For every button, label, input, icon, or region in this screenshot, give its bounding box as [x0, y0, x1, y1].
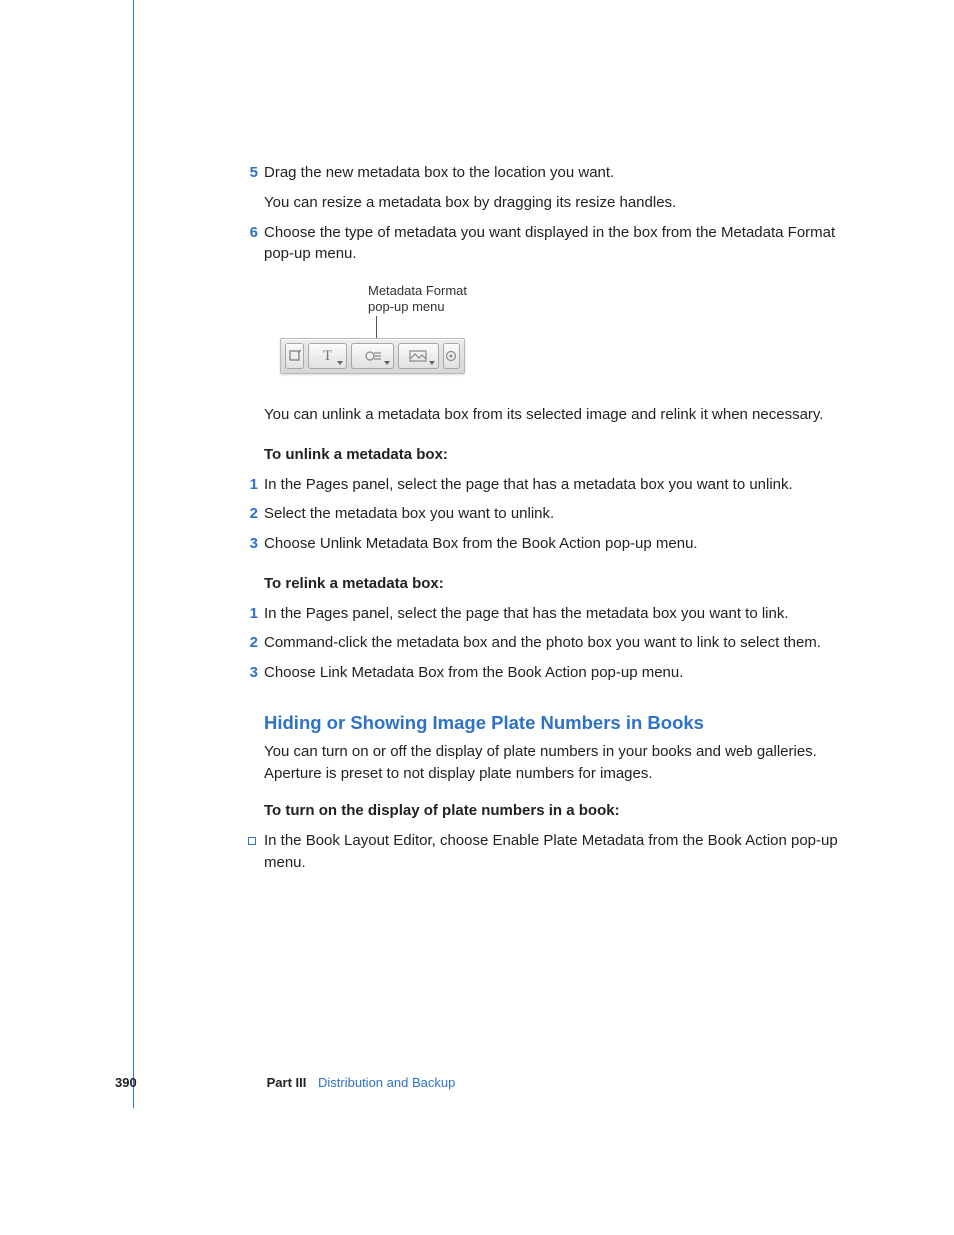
- metadata-icon: [364, 350, 382, 362]
- step-text: In the Pages panel, select the page that…: [264, 603, 842, 625]
- toolbar: T: [280, 338, 465, 374]
- text-format-button[interactable]: T: [308, 343, 347, 369]
- footer-chapter: Distribution and Backup: [318, 1075, 455, 1090]
- footer: 390 Part III Distribution and Backup: [115, 1074, 835, 1093]
- photo-frame-button[interactable]: [398, 343, 439, 369]
- callout-line1: Metadata Format: [368, 283, 467, 298]
- filter-button[interactable]: [443, 343, 460, 369]
- heading-relink: To relink a metadata box:: [264, 573, 842, 595]
- step-text: Drag the new metadata box to the locatio…: [264, 162, 842, 184]
- page-number: 390: [115, 1074, 263, 1093]
- heading-unlink: To unlink a metadata box:: [264, 444, 842, 466]
- chevron-down-icon: [384, 361, 390, 365]
- t-icon: T: [323, 349, 332, 364]
- vertical-rule: [133, 0, 134, 1108]
- step-5-note: You can resize a metadata box by draggin…: [264, 192, 842, 214]
- step-text: Select the metadata box you want to unli…: [264, 503, 842, 525]
- section-para: You can turn on or off the display of pl…: [264, 741, 842, 785]
- unlink-step-1: 1 In the Pages panel, select the page th…: [264, 474, 842, 496]
- step-number: 2: [246, 632, 258, 654]
- callout-line2: pop-up menu: [368, 299, 445, 314]
- figure-callout: Metadata Format pop-up menu: [368, 283, 842, 314]
- step-number: 1: [246, 474, 258, 496]
- unlink-intro: You can unlink a metadata box from its s…: [264, 404, 842, 426]
- chevron-down-icon: [429, 361, 435, 365]
- step-text: Choose Unlink Metadata Box from the Book…: [264, 533, 842, 555]
- step-text: Choose Link Metadata Box from the Book A…: [264, 662, 842, 684]
- callout-leader-line: [376, 316, 377, 338]
- step-number: 3: [246, 662, 258, 684]
- chevron-down-icon: [337, 361, 343, 365]
- image-icon: [409, 350, 427, 362]
- step-number: 1: [246, 603, 258, 625]
- step-text: Choose the type of metadata you want dis…: [264, 222, 842, 266]
- plate-bullet: In the Book Layout Editor, choose Enable…: [264, 830, 842, 874]
- step-number: 6: [246, 222, 258, 244]
- bullet-icon: [248, 837, 256, 845]
- heading-plate: To turn on the display of plate numbers …: [264, 800, 842, 822]
- step-number: 2: [246, 503, 258, 525]
- unlink-step-3: 3 Choose Unlink Metadata Box from the Bo…: [264, 533, 842, 555]
- relink-step-2: 2 Command-click the metadata box and the…: [264, 632, 842, 654]
- bullet-text: In the Book Layout Editor, choose Enable…: [264, 832, 838, 871]
- step-text: Command-click the metadata box and the p…: [264, 632, 842, 654]
- content-column: 5 Drag the new metadata box to the locat…: [264, 162, 842, 874]
- step-number: 5: [246, 162, 258, 184]
- unlink-step-2: 2 Select the metadata box you want to un…: [264, 503, 842, 525]
- step-number: 3: [246, 533, 258, 555]
- metadata-format-button[interactable]: [351, 343, 394, 369]
- footer-part: Part III: [267, 1075, 307, 1090]
- add-metadata-button[interactable]: [285, 343, 304, 369]
- relink-step-1: 1 In the Pages panel, select the page th…: [264, 603, 842, 625]
- section-heading: Hiding or Showing Image Plate Numbers in…: [264, 710, 842, 737]
- add-box-icon: [288, 349, 302, 363]
- filter-icon: [445, 350, 457, 362]
- step-text: In the Pages panel, select the page that…: [264, 474, 842, 496]
- step-6: 6 Choose the type of metadata you want d…: [264, 222, 842, 266]
- step-5: 5 Drag the new metadata box to the locat…: [264, 162, 842, 184]
- figure-metadata-popup: Metadata Format pop-up menu T: [280, 283, 842, 374]
- relink-step-3: 3 Choose Link Metadata Box from the Book…: [264, 662, 842, 684]
